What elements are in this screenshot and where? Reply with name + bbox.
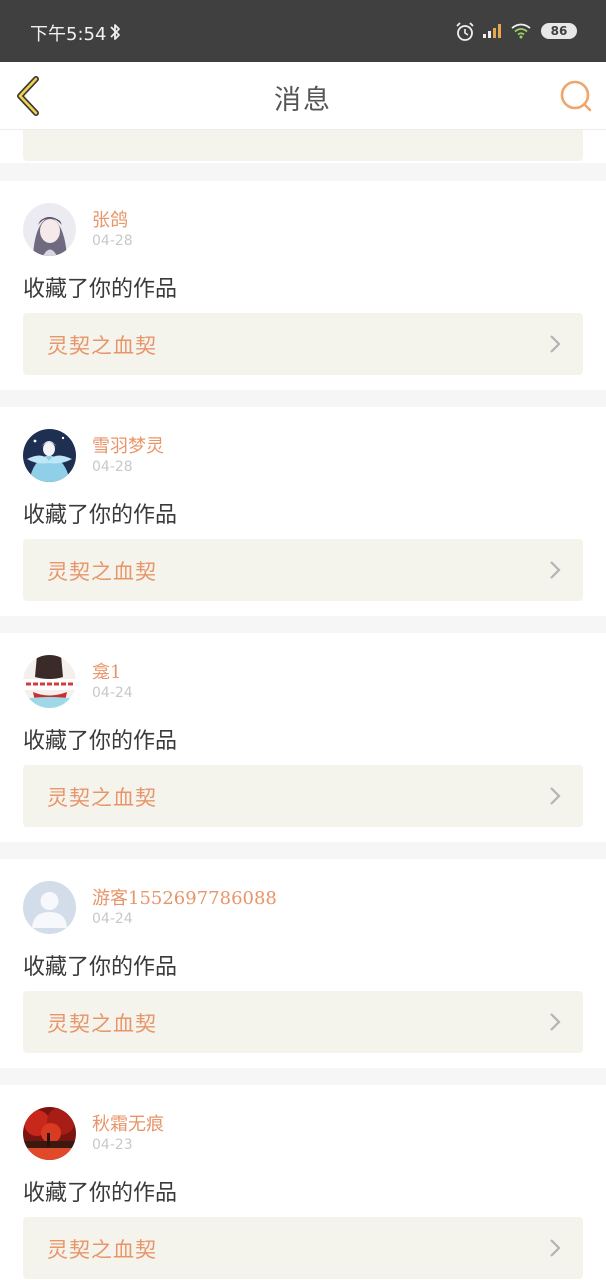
work-link[interactable]: 灵契之血契 [23, 313, 583, 375]
chevron-right-icon [550, 335, 561, 353]
avatar[interactable] [23, 429, 76, 482]
status-time: 下午5:54 [30, 24, 107, 45]
avatar[interactable] [23, 1107, 76, 1160]
work-title: 灵契之血契 [47, 334, 157, 358]
status-bar: 下午5:54 86 [0, 0, 606, 62]
chevron-right-icon [550, 787, 561, 805]
nav-bar: 消息 [0, 62, 606, 130]
username[interactable]: 游客1552697786088 [92, 884, 277, 910]
action-text: 收藏了你的作品 [23, 729, 178, 754]
work-title: 灵契之血契 [47, 1238, 157, 1262]
bluetooth-icon [110, 24, 120, 40]
work-link-partial[interactable] [23, 129, 583, 161]
avatar[interactable] [23, 203, 76, 256]
message-date: 04-28 [92, 459, 133, 475]
avatar[interactable] [23, 881, 76, 934]
username[interactable]: 秋霜无痕 [92, 1110, 164, 1136]
search-icon[interactable] [558, 78, 594, 114]
work-link[interactable]: 灵契之血契 [23, 765, 583, 827]
message-list: 张鸽 04-28 收藏了你的作品 灵契之血契 雪羽梦灵 04-28 收藏了你的作… [0, 181, 606, 1280]
alarm-icon [456, 22, 474, 41]
username[interactable]: 龛1 [92, 658, 121, 684]
message-date: 04-23 [92, 1137, 133, 1153]
work-title: 灵契之血契 [47, 1012, 157, 1036]
work-link[interactable]: 灵契之血契 [23, 539, 583, 601]
action-text: 收藏了你的作品 [23, 277, 178, 302]
username[interactable]: 雪羽梦灵 [92, 432, 164, 458]
page-title: 消息 [274, 85, 332, 116]
chevron-right-icon [550, 1013, 561, 1031]
work-title: 灵契之血契 [47, 786, 157, 810]
battery-indicator: 86 [541, 23, 577, 39]
message-card: 游客1552697786088 04-24 收藏了你的作品 灵契之血契 [0, 859, 606, 1068]
message-card: 秋霜无痕 04-23 收藏了你的作品 灵契之血契 [0, 1085, 606, 1280]
wifi-icon [511, 23, 531, 39]
message-card: 张鸽 04-28 收藏了你的作品 灵契之血契 [0, 181, 606, 390]
work-link[interactable]: 灵契之血契 [23, 991, 583, 1053]
message-card: 雪羽梦灵 04-28 收藏了你的作品 灵契之血契 [0, 407, 606, 616]
action-text: 收藏了你的作品 [23, 503, 178, 528]
chevron-right-icon [550, 1239, 561, 1257]
action-text: 收藏了你的作品 [23, 1181, 178, 1206]
work-link[interactable]: 灵契之血契 [23, 1217, 583, 1279]
message-date: 04-28 [92, 233, 133, 249]
message-card: 龛1 04-24 收藏了你的作品 灵契之血契 [0, 633, 606, 842]
message-date: 04-24 [92, 911, 133, 927]
message-card-partial [0, 129, 606, 163]
avatar[interactable] [23, 655, 76, 708]
username[interactable]: 张鸽 [92, 206, 128, 232]
work-title: 灵契之血契 [47, 560, 157, 584]
action-text: 收藏了你的作品 [23, 955, 178, 980]
signal-icon [483, 24, 501, 38]
message-feed[interactable]: 张鸽 04-28 收藏了你的作品 灵契之血契 雪羽梦灵 04-28 收藏了你的作… [0, 129, 606, 1280]
chevron-right-icon [550, 561, 561, 579]
message-date: 04-24 [92, 685, 133, 701]
